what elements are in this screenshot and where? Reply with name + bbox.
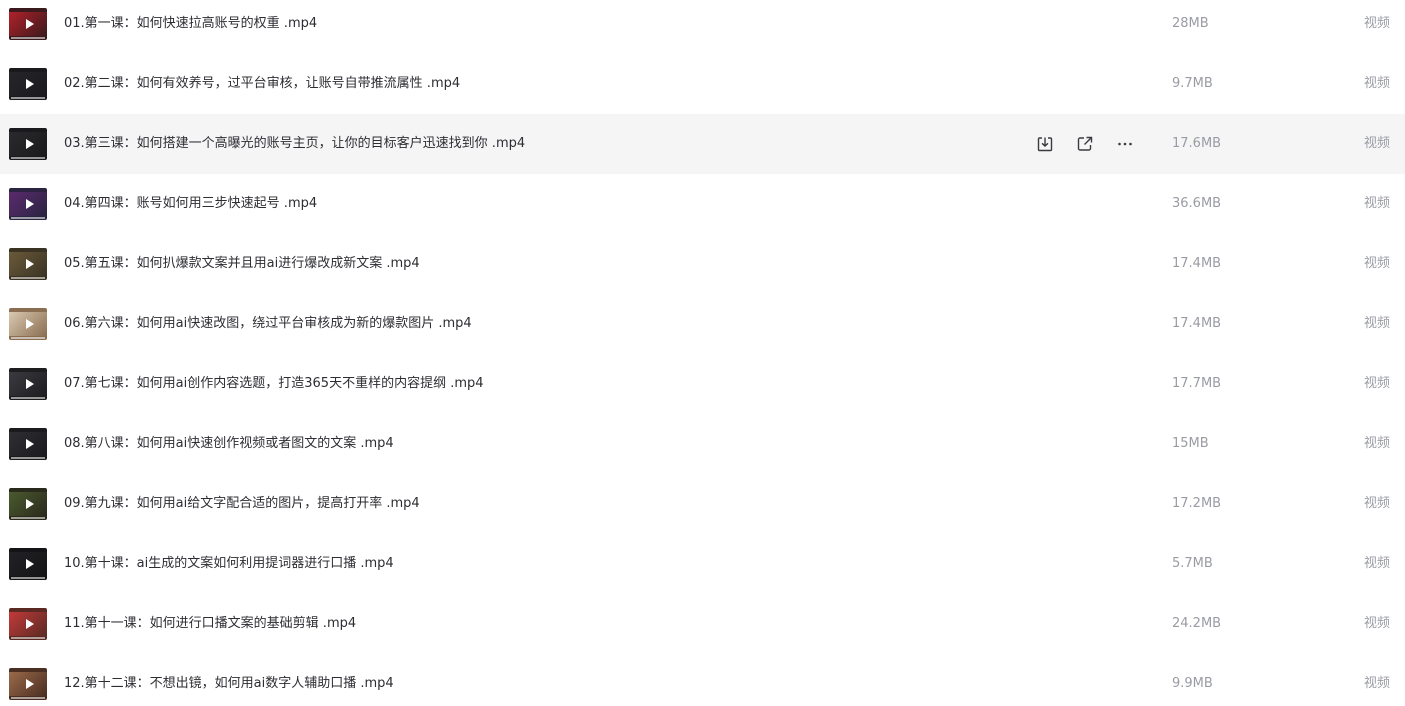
file-name[interactable]: 11.第十一课：如何进行口播文案的基础剪辑 .mp4 <box>64 594 356 654</box>
file-size: 17.4MB <box>1172 316 1222 331</box>
play-icon <box>26 379 34 389</box>
file-size: 9.7MB <box>1172 76 1213 91</box>
file-type: 视频 <box>1363 76 1390 91</box>
file-name[interactable]: 10.第十课：ai生成的文案如何利用提词器进行口播 .mp4 <box>64 534 394 594</box>
file-size: 36.6MB <box>1172 196 1222 211</box>
play-icon <box>26 499 34 509</box>
file-row[interactable]: 11.第十一课：如何进行口播文案的基础剪辑 .mp4 24.2MB 视频 <box>0 594 1405 654</box>
file-name[interactable]: 06.第六课：如何用ai快速改图，绕过平台审核成为新的爆款图片 .mp4 <box>64 294 472 354</box>
video-thumbnail[interactable] <box>9 428 47 460</box>
file-type: 视频 <box>1363 556 1390 571</box>
file-name[interactable]: 01.第一课：如何快速拉高账号的权重 .mp4 <box>64 0 317 54</box>
file-size: 15MB <box>1172 436 1209 451</box>
video-thumbnail[interactable] <box>9 188 47 220</box>
file-name[interactable]: 09.第九课：如何用ai给文字配合适的图片，提高打开率 .mp4 <box>64 474 420 534</box>
play-icon <box>26 559 34 569</box>
download-button[interactable] <box>1033 132 1057 156</box>
file-type: 视频 <box>1363 196 1390 211</box>
file-row[interactable]: 06.第六课：如何用ai快速改图，绕过平台审核成为新的爆款图片 .mp4 17.4… <box>0 294 1405 354</box>
file-type: 视频 <box>1363 676 1390 691</box>
file-row[interactable]: 09.第九课：如何用ai给文字配合适的图片，提高打开率 .mp4 17.2MB 视频 <box>0 474 1405 534</box>
video-thumbnail[interactable] <box>9 8 47 40</box>
file-size: 5.7MB <box>1172 556 1213 571</box>
file-type: 视频 <box>1363 316 1390 331</box>
file-name[interactable]: 03.第三课：如何搭建一个高曝光的账号主页，让你的目标客户迅速找到你 .mp4 <box>64 114 525 174</box>
file-row[interactable]: 10.第十课：ai生成的文案如何利用提词器进行口播 .mp4 5.7MB 视频 <box>0 534 1405 594</box>
file-size: 28MB <box>1172 16 1209 31</box>
file-row[interactable]: 01.第一课：如何快速拉高账号的权重 .mp4 28MB 视频 <box>0 0 1405 54</box>
video-thumbnail[interactable] <box>9 128 47 160</box>
file-row[interactable]: 03.第三课：如何搭建一个高曝光的账号主页，让你的目标客户迅速找到你 .mp4 1… <box>0 114 1405 174</box>
file-type: 视频 <box>1363 496 1390 511</box>
file-size: 17.7MB <box>1172 376 1222 391</box>
file-name[interactable]: 07.第七课：如何用ai创作内容选题，打造365天不重样的内容提纲 .mp4 <box>64 354 484 414</box>
play-icon <box>26 139 34 149</box>
play-icon <box>26 79 34 89</box>
video-thumbnail[interactable] <box>9 668 47 700</box>
share-button[interactable] <box>1073 132 1097 156</box>
file-type: 视频 <box>1363 436 1390 451</box>
file-type: 视频 <box>1363 256 1390 271</box>
file-size: 17.2MB <box>1172 496 1222 511</box>
play-icon <box>26 619 34 629</box>
play-icon <box>26 259 34 269</box>
file-type: 视频 <box>1363 616 1390 631</box>
play-icon <box>26 199 34 209</box>
file-size: 17.6MB <box>1172 136 1222 151</box>
play-icon <box>26 319 34 329</box>
file-row[interactable]: 12.第十二课：不想出镜，如何用ai数字人辅助口播 .mp4 9.9MB 视频 <box>0 654 1405 706</box>
download-icon <box>1037 137 1053 152</box>
file-size: 17.4MB <box>1172 256 1222 271</box>
video-thumbnail[interactable] <box>9 68 47 100</box>
file-size: 9.9MB <box>1172 676 1213 691</box>
file-row[interactable]: 07.第七课：如何用ai创作内容选题，打造365天不重样的内容提纲 .mp4 17… <box>0 354 1405 414</box>
file-name[interactable]: 08.第八课：如何用ai快速创作视频或者图文的文案 .mp4 <box>64 414 394 474</box>
video-thumbnail[interactable] <box>9 368 47 400</box>
file-list: 01.第一课：如何快速拉高账号的权重 .mp4 28MB 视频 02.第二课：如何有效… <box>0 0 1405 700</box>
file-row[interactable]: 08.第八课：如何用ai快速创作视频或者图文的文案 .mp4 15MB 视频 <box>0 414 1405 474</box>
file-name[interactable]: 12.第十二课：不想出镜，如何用ai数字人辅助口播 .mp4 <box>64 654 394 706</box>
file-type: 视频 <box>1363 16 1390 31</box>
video-thumbnail[interactable] <box>9 308 47 340</box>
video-thumbnail[interactable] <box>9 248 47 280</box>
play-icon <box>26 439 34 449</box>
file-row[interactable]: 02.第二课：如何有效养号，过平台审核，让账号自带推流属性 .mp4 9.7MB 视… <box>0 54 1405 114</box>
file-row[interactable]: 05.第五课：如何扒爆款文案并且用ai进行爆改成新文案 .mp4 17.4MB 视频 <box>0 234 1405 294</box>
file-row[interactable]: 04.第四课：账号如何用三步快速起号 .mp4 36.6MB 视频 <box>0 174 1405 234</box>
file-name[interactable]: 02.第二课：如何有效养号，过平台审核，让账号自带推流属性 .mp4 <box>64 54 460 114</box>
file-size: 24.2MB <box>1172 616 1222 631</box>
share-icon <box>1077 136 1093 151</box>
video-thumbnail[interactable] <box>9 488 47 520</box>
file-type: 视频 <box>1363 136 1390 151</box>
video-thumbnail[interactable] <box>9 548 47 580</box>
more-icon <box>1118 142 1132 146</box>
play-icon <box>26 19 34 29</box>
file-name[interactable]: 04.第四课：账号如何用三步快速起号 .mp4 <box>64 174 317 234</box>
file-name[interactable]: 05.第五课：如何扒爆款文案并且用ai进行爆改成新文案 .mp4 <box>64 234 420 294</box>
play-icon <box>26 679 34 689</box>
row-actions <box>1033 132 1137 156</box>
video-thumbnail[interactable] <box>9 608 47 640</box>
more-button[interactable] <box>1113 132 1137 156</box>
file-type: 视频 <box>1363 376 1390 391</box>
